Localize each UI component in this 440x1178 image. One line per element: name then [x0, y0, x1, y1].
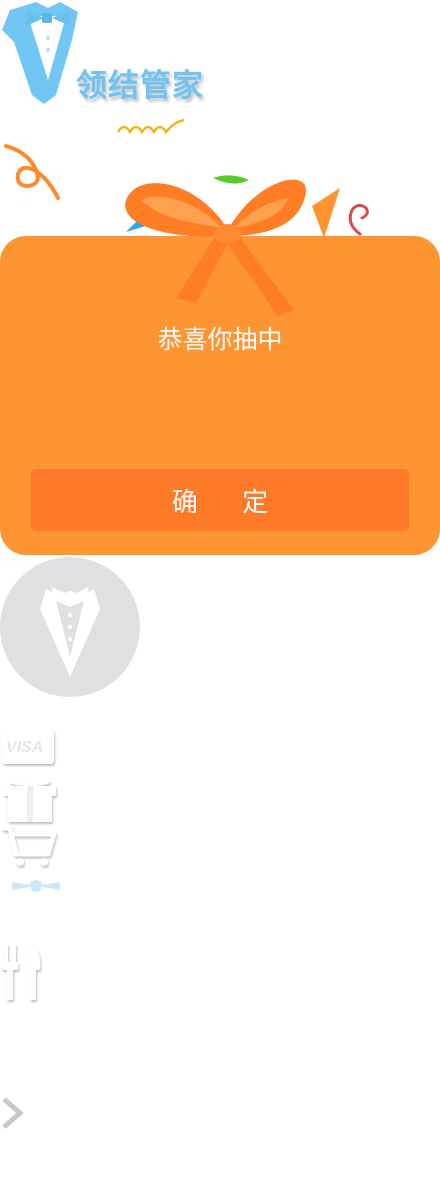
visa-label: VISA: [6, 739, 43, 756]
brand-name: 领结管家: [76, 68, 204, 104]
tuxedo-avatar-icon: [40, 587, 100, 677]
cart-icon: [2, 825, 56, 866]
fork-knife-icon: [2, 944, 41, 1000]
gift-bow-icon: [125, 179, 307, 316]
confirm-button[interactable]: 确 定: [31, 469, 409, 531]
avatar: [0, 557, 140, 697]
bowtie-icon: [12, 880, 60, 892]
gift-icon: [4, 776, 56, 822]
visa-card-icon: VISA: [2, 730, 54, 764]
chevron-right-icon[interactable]: [0, 1095, 26, 1131]
congrats-message: 恭喜你抽中: [157, 325, 283, 354]
